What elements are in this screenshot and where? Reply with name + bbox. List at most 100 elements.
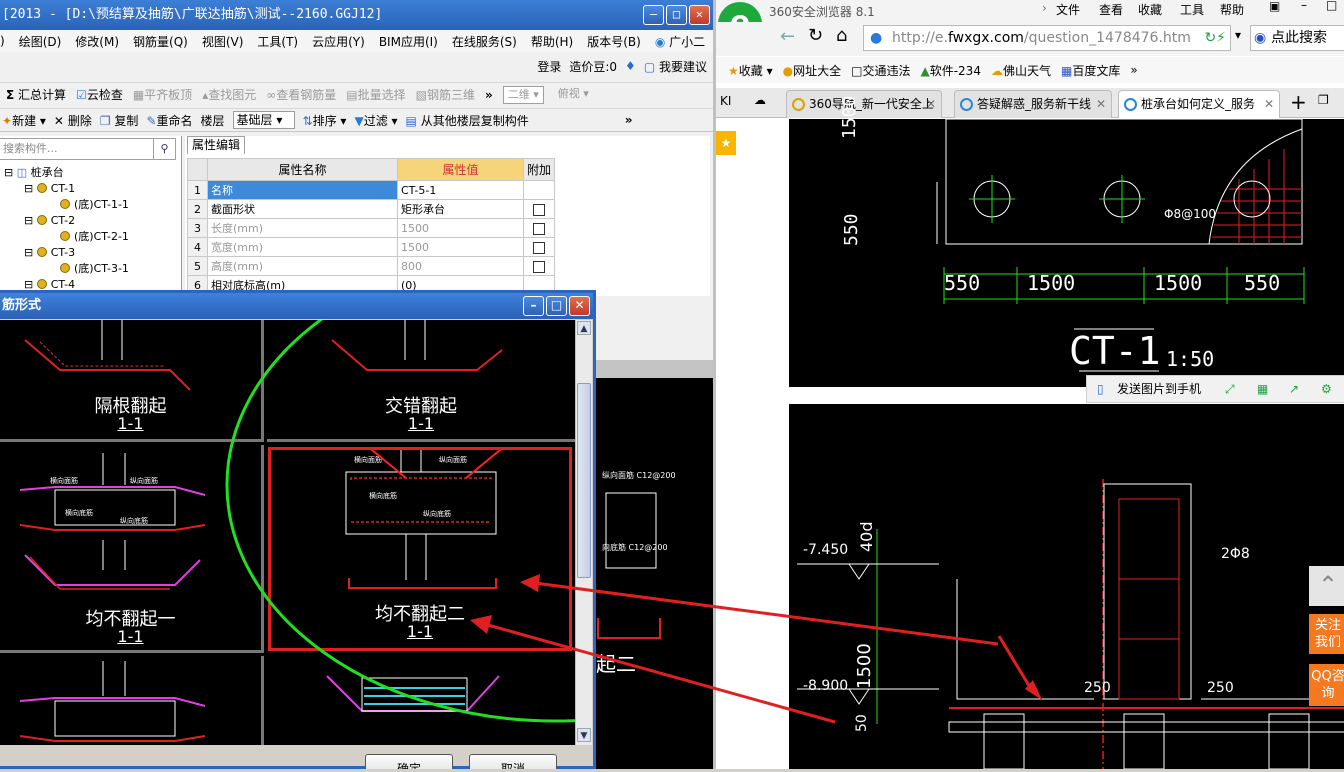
- menu-help[interactable]: 帮助(H): [531, 33, 573, 50]
- tab-left-icon[interactable]: KI: [720, 94, 731, 108]
- search-box[interactable]: ◉ 点此搜索: [1250, 25, 1344, 51]
- attach-checkbox[interactable]: [533, 222, 545, 235]
- back-to-top-icon[interactable]: ⌃: [1309, 566, 1344, 606]
- tab-list-icon[interactable]: ❐: [1318, 93, 1329, 107]
- login-link[interactable]: 登录: [537, 58, 561, 75]
- fullscreen-icon[interactable]: ⤢: [1225, 376, 1235, 402]
- attach-checkbox[interactable]: [533, 203, 545, 216]
- maximize-button[interactable]: □: [666, 5, 687, 25]
- tree-item-ct1[interactable]: ⊟ CT-1: [24, 181, 75, 197]
- fav-site-directory[interactable]: ●网址大全: [783, 62, 842, 79]
- menu-modify[interactable]: 修改(M): [75, 33, 119, 50]
- dialog-scrollbar[interactable]: ▲ ▼: [575, 320, 592, 745]
- tree-item-ct3[interactable]: ⊟ CT-3: [24, 245, 75, 261]
- shirt-icon[interactable]: ▣: [1269, 0, 1280, 13]
- fav-weather[interactable]: ☁佛山天气: [991, 62, 1051, 79]
- scroll-up-icon[interactable]: ▲: [577, 321, 591, 335]
- copy-from-floor-button[interactable]: ▤ 从其他楼层复制构件: [406, 112, 529, 129]
- rebar-3d-button[interactable]: ▧钢筋三维: [416, 86, 475, 103]
- menu-view[interactable]: 视图(V): [202, 33, 244, 50]
- overflow-chevron-icon[interactable]: »: [485, 88, 493, 102]
- scroll-thumb[interactable]: [577, 383, 591, 578]
- tree-item-ct1-1[interactable]: (底)CT-1-1: [60, 197, 129, 213]
- refresh-icon[interactable]: ↻: [808, 25, 823, 46]
- sort-button[interactable]: ⇅排序 ▾: [303, 112, 347, 129]
- overflow-chevron-icon[interactable]: »: [625, 113, 633, 127]
- tree-item-ct3-1[interactable]: (底)CT-3-1: [60, 261, 129, 277]
- filter-button[interactable]: ▼过滤 ▾: [354, 112, 397, 129]
- attach-checkbox[interactable]: [533, 241, 545, 254]
- tab-close-icon[interactable]: ✕: [1264, 91, 1274, 117]
- bell-icon[interactable]: ♦: [625, 59, 636, 73]
- menu-extra[interactable]: ): [0, 34, 5, 48]
- menu-rebar-qty[interactable]: 钢筋量(Q): [133, 33, 188, 50]
- table-row[interactable]: 5 高度(mm) 800: [187, 256, 556, 276]
- fav-baidu-wenku[interactable]: ▦百度文库: [1061, 62, 1120, 79]
- url-dropdown-icon[interactable]: ▾: [1235, 28, 1241, 42]
- tab-360-nav[interactable]: 360导航_新一代安全上 ✕: [786, 90, 942, 118]
- view-mode-select[interactable]: 二维 ▾: [502, 85, 544, 104]
- menu-bim[interactable]: BIM应用(I): [379, 33, 438, 50]
- dialog-minimize-button[interactable]: –: [523, 296, 544, 316]
- follow-us-button[interactable]: 关注我们: [1309, 614, 1344, 654]
- dialog-close-button[interactable]: ✕: [569, 296, 590, 316]
- menu-assistant[interactable]: ◉ 广小二: [655, 33, 705, 50]
- component-search-input[interactable]: 搜索构件... ⚲: [0, 138, 176, 160]
- send-to-phone-button[interactable]: 发送图片到手机: [1117, 382, 1201, 396]
- tree-item-ct2-1[interactable]: (底)CT-2-1: [60, 229, 129, 245]
- attach-checkbox[interactable]: [533, 260, 545, 273]
- batch-select-button[interactable]: ▤批量选择: [346, 86, 405, 103]
- view-rebar-qty-button[interactable]: ∞查看钢筋量: [266, 86, 336, 103]
- fav-collect[interactable]: ★收藏 ▾: [728, 62, 773, 79]
- rename-button[interactable]: ✎重命名: [146, 112, 192, 129]
- share-icon[interactable]: ↗: [1289, 376, 1299, 402]
- tree-item-ct2[interactable]: ⊟ CT-2: [24, 213, 75, 229]
- menu-online[interactable]: 在线服务(S): [452, 33, 517, 50]
- home-icon[interactable]: ⌂: [836, 25, 847, 46]
- table-row[interactable]: 3 长度(mm) 1500: [187, 218, 556, 238]
- search-icon[interactable]: ⚲: [153, 139, 175, 159]
- gear-icon[interactable]: ⚙: [1321, 376, 1332, 402]
- browser-menu-view[interactable]: 查看: [1099, 1, 1123, 18]
- find-element-button[interactable]: ▴查找图元: [202, 86, 256, 103]
- restore-icon[interactable]: □: [1326, 0, 1337, 12]
- menu-version[interactable]: 版本号(B): [587, 33, 641, 50]
- browser-menu-help[interactable]: 帮助: [1220, 1, 1244, 18]
- fav-traffic[interactable]: □交通违法: [851, 62, 910, 79]
- browser-menu-file[interactable]: 文件: [1056, 1, 1080, 18]
- lightning-icon[interactable]: ↻⚡: [1204, 26, 1226, 50]
- minimize-button[interactable]: –: [643, 5, 664, 25]
- table-row[interactable]: 4 宽度(mm) 1500: [187, 237, 556, 257]
- fav-software[interactable]: ▲软件-234: [920, 62, 980, 79]
- browser-menu-tools[interactable]: 工具: [1180, 1, 1204, 18]
- fav-overflow-icon[interactable]: »: [1130, 63, 1137, 77]
- sum-calc-button[interactable]: Σ 汇总计算: [6, 86, 66, 103]
- suggest-link[interactable]: ▢ 我要建议: [644, 58, 707, 75]
- close-button[interactable]: ✕: [689, 5, 710, 25]
- star-badge-icon[interactable]: ★: [716, 131, 736, 155]
- menu-cloud[interactable]: 云应用(Y): [312, 33, 365, 50]
- scroll-down-icon[interactable]: ▼: [577, 728, 591, 742]
- minimize-icon[interactable]: –: [1301, 0, 1307, 12]
- url-input[interactable]: ● http://e.fwxgx.com/question_1478476.ht…: [863, 25, 1231, 51]
- new-button[interactable]: ✦新建 ▾: [2, 112, 46, 129]
- tab-close-icon[interactable]: ✕: [926, 91, 936, 117]
- table-row[interactable]: 1 名称 CT-5-1: [187, 180, 556, 200]
- qq-consult-button[interactable]: QQ咨询: [1309, 664, 1344, 706]
- table-row[interactable]: 2 截面形状 矩形承台: [187, 199, 556, 219]
- cloud-tab-icon[interactable]: ☁: [754, 93, 766, 107]
- back-icon[interactable]: ←: [780, 26, 795, 47]
- menu-tools[interactable]: 工具(T): [257, 33, 298, 50]
- tab-property-edit[interactable]: 属性编辑: [187, 136, 245, 154]
- dialog-maximize-button[interactable]: □: [546, 296, 567, 316]
- menu-draw[interactable]: 绘图(D): [19, 33, 62, 50]
- view-direction-select[interactable]: 俯视 ▾: [554, 86, 593, 104]
- layer-select[interactable]: 基础层 ▾: [232, 111, 295, 129]
- browser-menu-favorites[interactable]: 收藏: [1138, 1, 1162, 18]
- ok-button[interactable]: 确定: [365, 754, 453, 769]
- tab-pile-cap[interactable]: 桩承台如何定义_服务 ✕: [1118, 90, 1280, 118]
- new-tab-icon[interactable]: +: [1290, 90, 1307, 114]
- delete-button[interactable]: ✕ 删除: [54, 112, 92, 129]
- align-slab-top-button[interactable]: ▦平齐板顶: [133, 86, 192, 103]
- copy-button[interactable]: ❐ 复制: [100, 112, 139, 129]
